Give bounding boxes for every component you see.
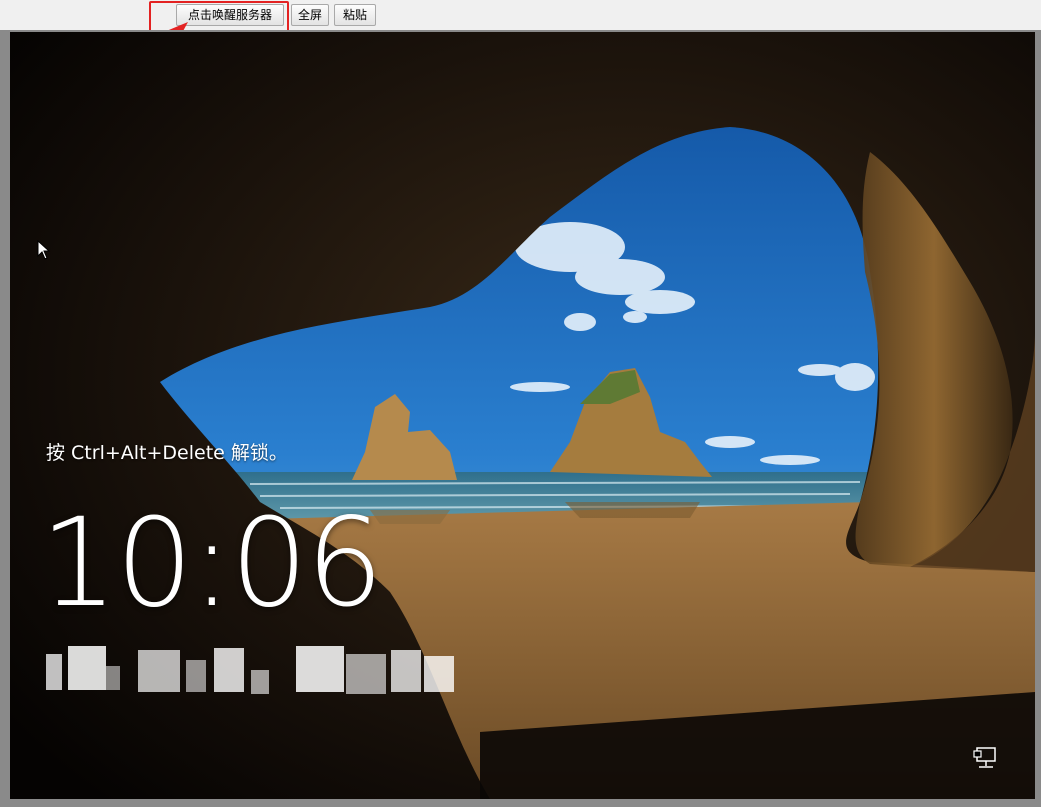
lock-clock: 10:06: [40, 492, 384, 634]
toolbar: 点击唤醒服务器 全屏 粘贴: [0, 0, 1041, 30]
fullscreen-button[interactable]: 全屏: [291, 4, 329, 26]
redacted-date: [46, 640, 454, 698]
unlock-hint: 按 Ctrl+Alt+Delete 解锁。: [46, 442, 288, 464]
mouse-cursor-icon: [37, 240, 51, 260]
network-icon[interactable]: [973, 747, 999, 771]
paste-button[interactable]: 粘贴: [334, 4, 376, 26]
wake-server-button[interactable]: 点击唤醒服务器: [176, 4, 284, 26]
remote-screen[interactable]: 按 Ctrl+Alt+Delete 解锁。 10:06: [10, 32, 1035, 799]
